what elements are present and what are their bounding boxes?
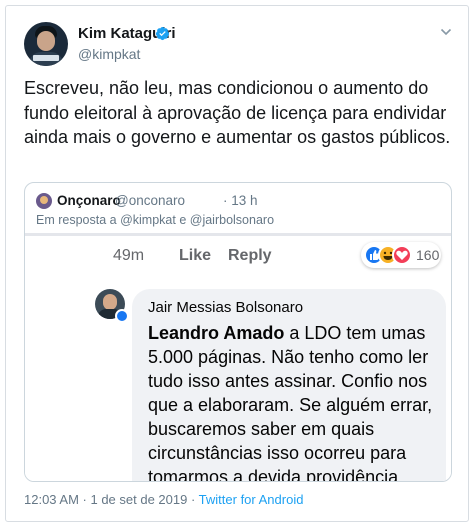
comment-like-label: Like <box>179 247 212 264</box>
comment-bubble: Jair Messias Bolsonaro Leandro Amado a L… <box>132 289 446 482</box>
comment-reply-label: Reply <box>228 247 272 264</box>
tweet-source[interactable]: Twitter for Android <box>199 492 304 507</box>
quoted-screenshot-image: 49m Like Reply 160 Jair Messias Bolsonar… <box>25 233 451 482</box>
screenshot-divider <box>25 233 451 236</box>
quoted-reply-context: Em resposta a @kimpkat e @jairbolsonaro <box>36 213 274 227</box>
author-handle[interactable]: @kimpkat <box>78 46 140 62</box>
quoted-author-name: Onçonaro <box>57 193 121 208</box>
quoted-author-handle: @onconaro <box>115 193 185 208</box>
comment-mention: Leandro Amado <box>148 323 285 343</box>
quoted-author-avatar <box>36 193 52 209</box>
verified-badge-icon <box>155 26 170 41</box>
tweet-text: Escreveu, não leu, mas condicionou o aum… <box>24 78 451 147</box>
reaction-count: 160 <box>416 247 440 263</box>
comment-time: 49m <box>113 247 145 264</box>
comment-body: a LDO tem umas 5.000 páginas. Não tenho … <box>148 323 433 482</box>
love-reaction-icon <box>392 245 412 265</box>
reply-and: e <box>179 213 187 227</box>
reactions-summary: 160 <box>361 242 441 268</box>
tweet-timestamp[interactable]: 12:03 AM · 1 de set de 2019 · <box>24 492 195 507</box>
comment-text: Leandro Amado a LDO tem umas 5.000 págin… <box>148 321 438 482</box>
commenter-name: Jair Messias Bolsonaro <box>148 299 304 316</box>
quoted-tweet[interactable]: Onçonaro @onconaro · 13 h Em resposta a … <box>24 182 452 482</box>
commenter-badge-icon <box>115 309 129 323</box>
reply-to-link-1[interactable]: @kimpkat <box>120 213 176 227</box>
chevron-down-icon[interactable] <box>440 26 452 38</box>
reply-prefix: Em resposta a <box>36 213 117 227</box>
author-avatar[interactable] <box>24 22 68 66</box>
tweet-footer: 12:03 AM · 1 de set de 2019 · Twitter fo… <box>24 492 303 507</box>
reply-to-link-2[interactable]: @jairbolsonaro <box>190 213 274 227</box>
tweet-card: Kim Kataguiri @kimpkat Escreveu, não leu… <box>5 5 469 522</box>
quoted-time: · 13 h <box>223 193 258 208</box>
